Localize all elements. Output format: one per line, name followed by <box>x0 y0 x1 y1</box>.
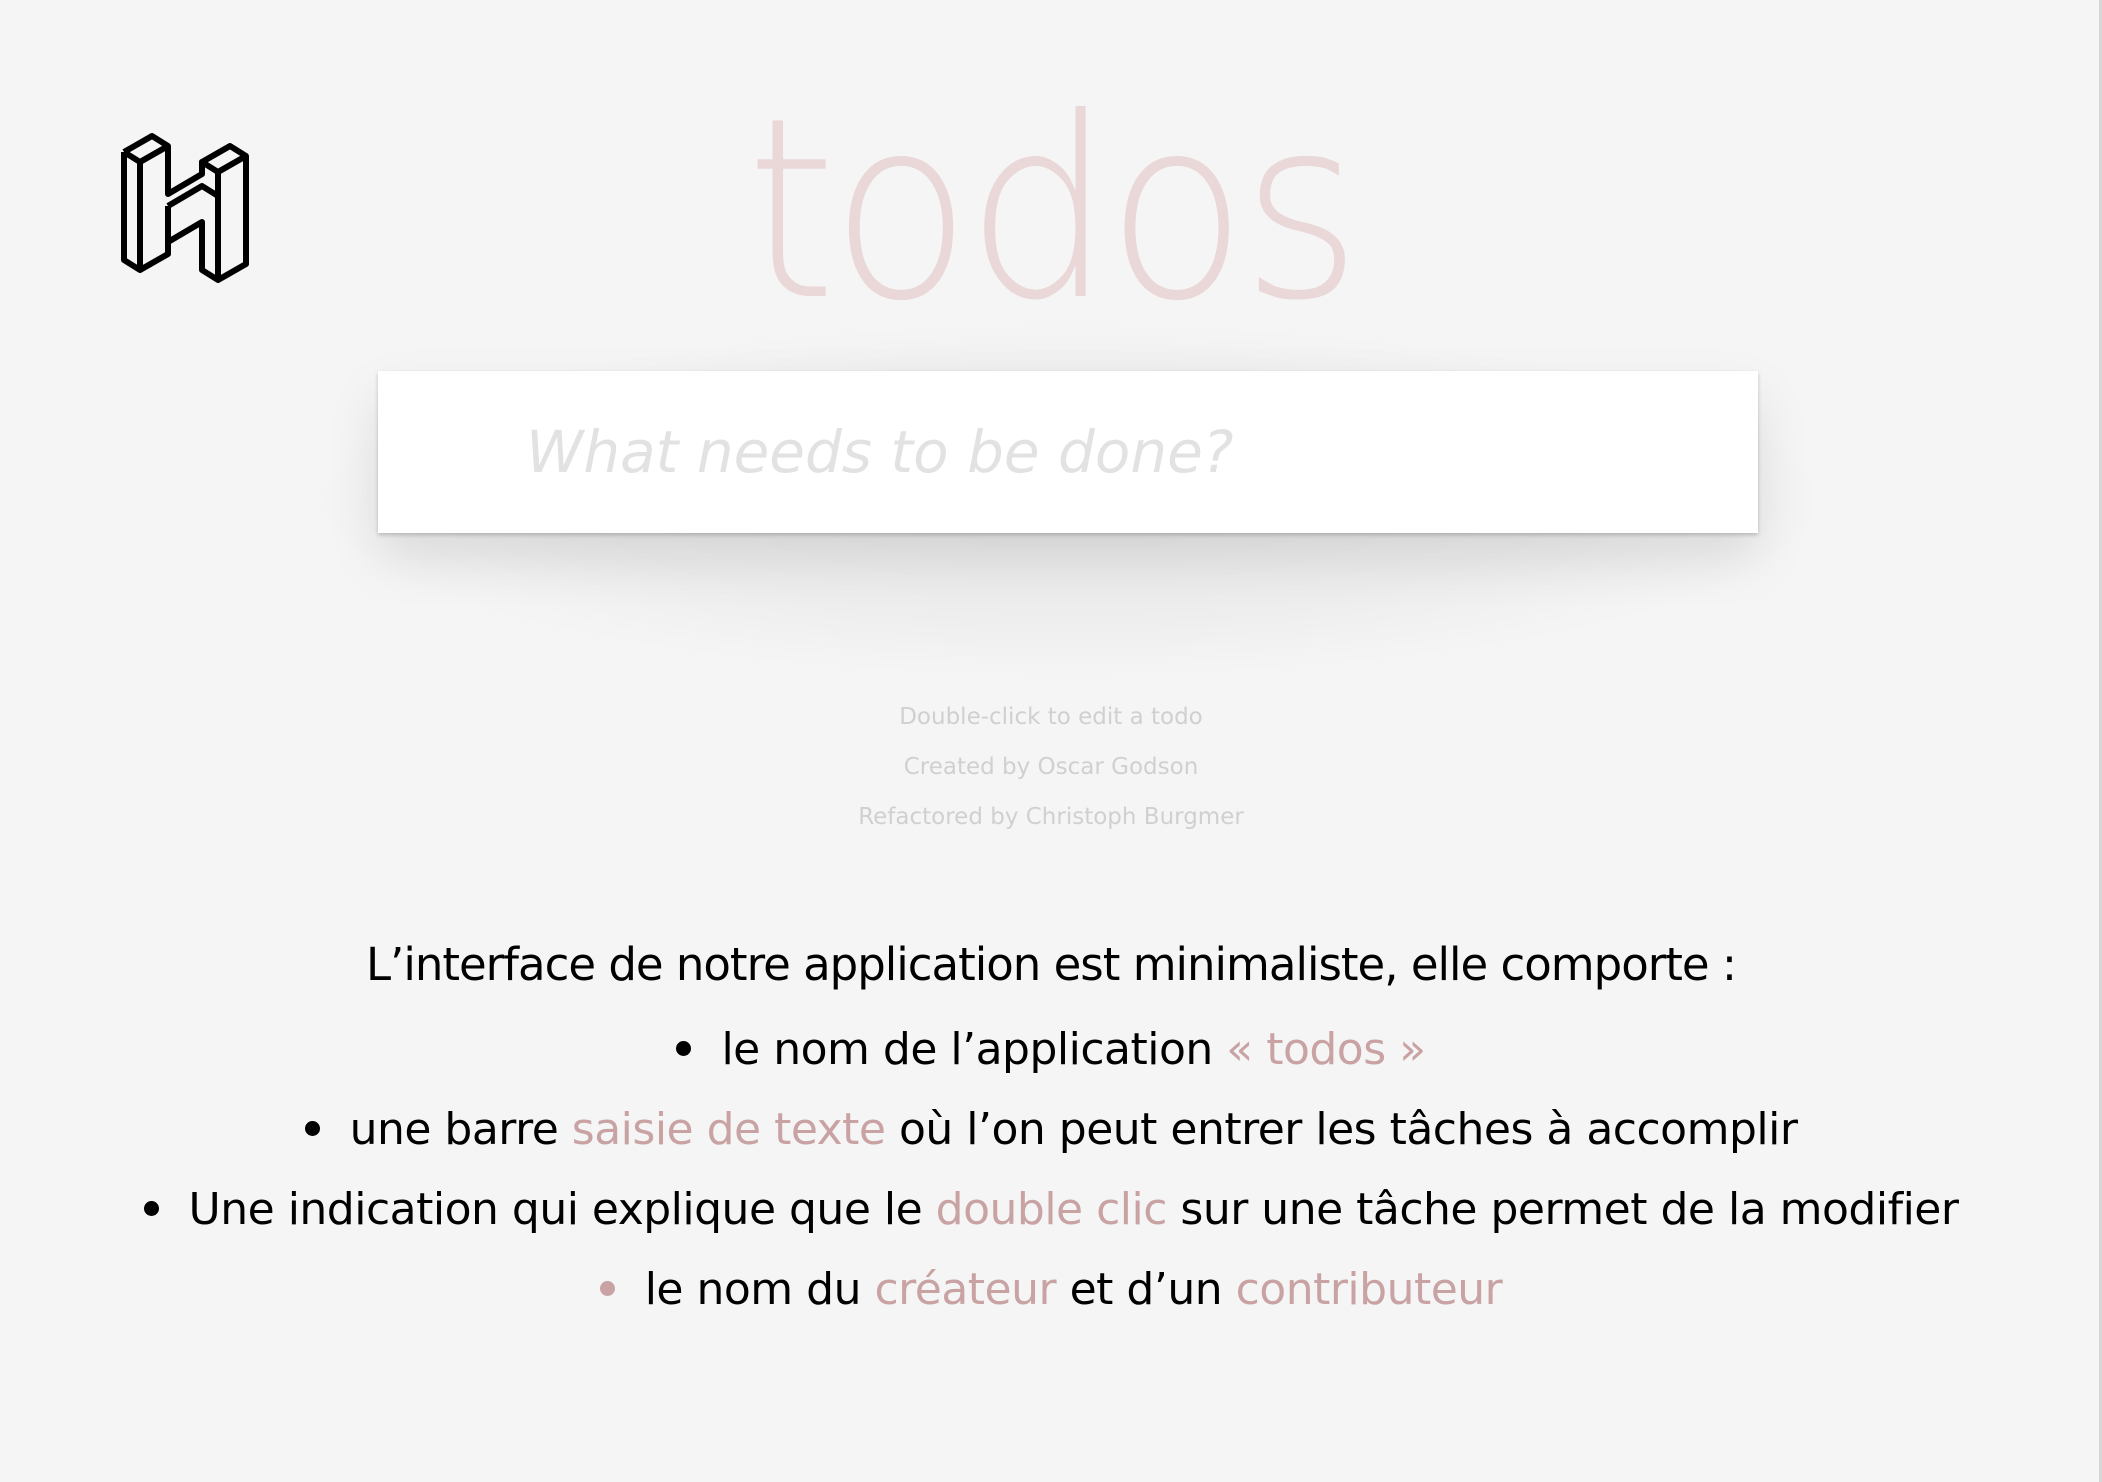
bullet-icon <box>676 1040 692 1056</box>
list-highlight: créateur <box>874 1264 1057 1315</box>
list-item: Une indication qui explique que le doubl… <box>0 1170 2102 1250</box>
description: L’interface de notre application est min… <box>0 930 2102 1330</box>
page: todos Double-click to edit a todo Create… <box>0 0 2102 1482</box>
info-footer: Double-click to edit a todo Created by O… <box>0 692 2102 842</box>
new-todo-input[interactable] <box>378 371 1758 533</box>
bullet-icon <box>143 1200 159 1216</box>
list-text: une barre <box>349 1104 572 1155</box>
bullet-icon <box>304 1120 320 1136</box>
bullet-icon <box>599 1280 615 1296</box>
list-text: Une indication qui explique que le <box>188 1184 936 1235</box>
list-item: une barre saisie de texte où l’on peut e… <box>0 1090 2102 1170</box>
info-refactored-by: Refactored by Christoph Burgmer <box>858 804 1244 830</box>
info-edit-hint: Double-click to edit a todo <box>899 704 1203 730</box>
list-highlight: « todos » <box>1226 1024 1426 1075</box>
description-list: le nom de l’application « todos » une ba… <box>0 1010 2102 1330</box>
list-highlight: contributeur <box>1235 1264 1503 1315</box>
list-item: le nom de l’application « todos » <box>0 1010 2102 1090</box>
app-title: todos <box>746 64 1361 355</box>
new-todo-container <box>378 371 1758 533</box>
info-created-by: Created by Oscar Godson <box>903 754 1199 780</box>
description-heading: L’interface de notre application est min… <box>365 938 1737 991</box>
list-text: et d’un <box>1056 1264 1236 1315</box>
list-text: le nom du <box>644 1264 875 1315</box>
list-text: sur une tâche permet de la modifier <box>1166 1184 1959 1235</box>
list-text: le nom de l’application <box>721 1024 1227 1075</box>
list-highlight: saisie de texte <box>571 1104 886 1155</box>
list-text: où l’on peut entrer les tâches à accompl… <box>885 1104 1798 1155</box>
list-highlight: double clic <box>935 1184 1168 1235</box>
list-item: le nom du créateur et d’un contributeur <box>0 1250 2102 1330</box>
